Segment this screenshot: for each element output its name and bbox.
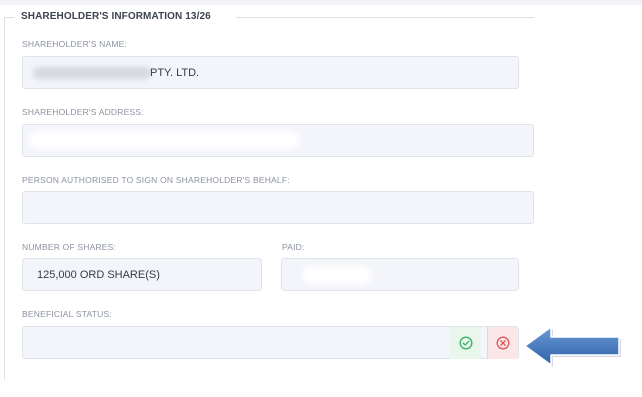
shareholder-address-field[interactable] <box>22 124 534 157</box>
redacted-text <box>33 67 151 79</box>
number-of-shares-field[interactable]: 125,000 ORD SHARE(S) <box>22 258 262 291</box>
fieldset-border-top <box>4 17 14 18</box>
shareholder-name-field[interactable]: PTY. LTD. <box>22 56 519 89</box>
beneficial-status-label: BENEFICIAL STATUS: <box>22 309 112 319</box>
redacted-text <box>302 266 372 284</box>
authorised-person-label: PERSON AUTHORISED TO SIGN ON SHAREHOLDER… <box>22 175 290 185</box>
cancel-button[interactable] <box>487 327 518 359</box>
top-divider <box>0 0 642 5</box>
section-title: SHAREHOLDER'S INFORMATION 13/26 <box>21 11 211 22</box>
number-of-shares-value: 125,000 ORD SHARE(S) <box>37 268 160 281</box>
beneficial-status-field[interactable] <box>22 326 519 359</box>
section-counter: 13/26 <box>185 11 211 22</box>
x-circle-icon <box>496 336 510 350</box>
section-title-text: SHAREHOLDER'S INFORMATION <box>21 11 183 22</box>
redacted-text <box>29 131 299 149</box>
shareholder-name-value: PTY. LTD. <box>150 66 200 79</box>
confirm-button[interactable] <box>450 327 481 359</box>
number-of-shares-label: NUMBER OF SHARES: <box>22 242 117 252</box>
paid-label: PAID: <box>282 242 305 252</box>
shareholder-address-label: SHAREHOLDER'S ADDRESS: <box>22 107 144 117</box>
authorised-person-field[interactable] <box>22 191 534 224</box>
fieldset-border-top <box>236 17 534 18</box>
paid-field[interactable] <box>281 258 519 291</box>
check-circle-icon <box>458 336 473 350</box>
shareholder-name-label: SHAREHOLDER'S NAME: <box>22 39 128 49</box>
fieldset-border-left <box>4 17 5 380</box>
left-arrow-icon <box>524 326 621 367</box>
